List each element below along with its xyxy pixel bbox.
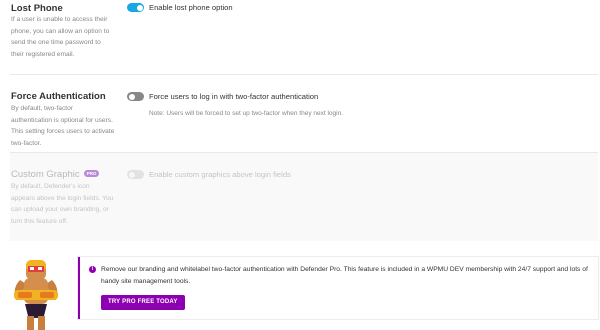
- lost-phone-section: Lost Phone If a user is unable to access…: [0, 0, 600, 75]
- lost-phone-toggle[interactable]: [127, 3, 144, 12]
- force-auth-note: Note: Users will be forced to set up two…: [149, 110, 344, 117]
- lost-phone-title: Lost Phone: [11, 3, 63, 14]
- force-auth-section: Force Authentication By default, two-fac…: [0, 75, 600, 153]
- pro-upsell-notice: i Remove our branding and whitelabel two…: [78, 257, 598, 319]
- toggle-knob: [128, 93, 135, 100]
- upsell-message: Remove our branding and whitelabel two-f…: [101, 266, 588, 285]
- custom-graphic-description: By default, Defender's icon appears abov…: [11, 183, 114, 225]
- custom-graphic-section: Custom Graphic PRO By default, Defender's…: [0, 153, 600, 241]
- custom-graphic-toggle-label: Enable custom graphics above login field…: [149, 170, 291, 179]
- force-auth-option[interactable]: Force users to log in with two-factor au…: [127, 92, 318, 101]
- force-auth-toggle-label: Force users to log in with two-factor au…: [149, 92, 319, 101]
- custom-graphic-toggle: [127, 170, 144, 179]
- info-icon: i: [89, 266, 96, 273]
- toggle-knob: [136, 4, 143, 11]
- defender-hero-illustration: [14, 260, 58, 330]
- lost-phone-toggle-label: Enable lost phone option: [149, 3, 233, 12]
- custom-graphic-title: Custom Graphic: [11, 169, 80, 180]
- force-auth-title: Force Authentication: [11, 91, 106, 102]
- toggle-knob: [128, 171, 135, 178]
- force-auth-description: By default, two-factor authentication is…: [11, 105, 115, 147]
- custom-graphic-title-row: Custom Graphic PRO: [11, 169, 100, 180]
- lost-phone-option[interactable]: Enable lost phone option: [127, 3, 233, 12]
- lost-phone-description: If a user is unable to access their phon…: [11, 16, 110, 58]
- pro-badge: PRO: [83, 169, 100, 177]
- try-pro-free-button[interactable]: TRY PRO FREE TODAY: [101, 295, 185, 310]
- force-auth-toggle[interactable]: [127, 92, 144, 101]
- custom-graphic-option: Enable custom graphics above login field…: [127, 170, 291, 179]
